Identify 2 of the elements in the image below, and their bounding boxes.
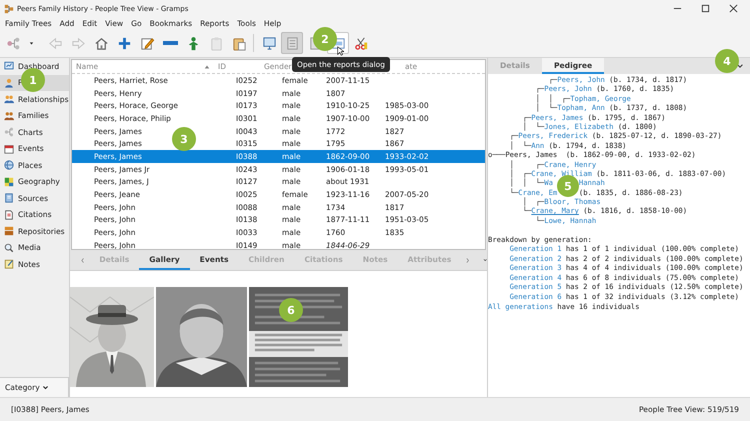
step-number-tooltip: 4 — [715, 49, 739, 73]
step-number-tooltip: 2 — [313, 27, 337, 51]
